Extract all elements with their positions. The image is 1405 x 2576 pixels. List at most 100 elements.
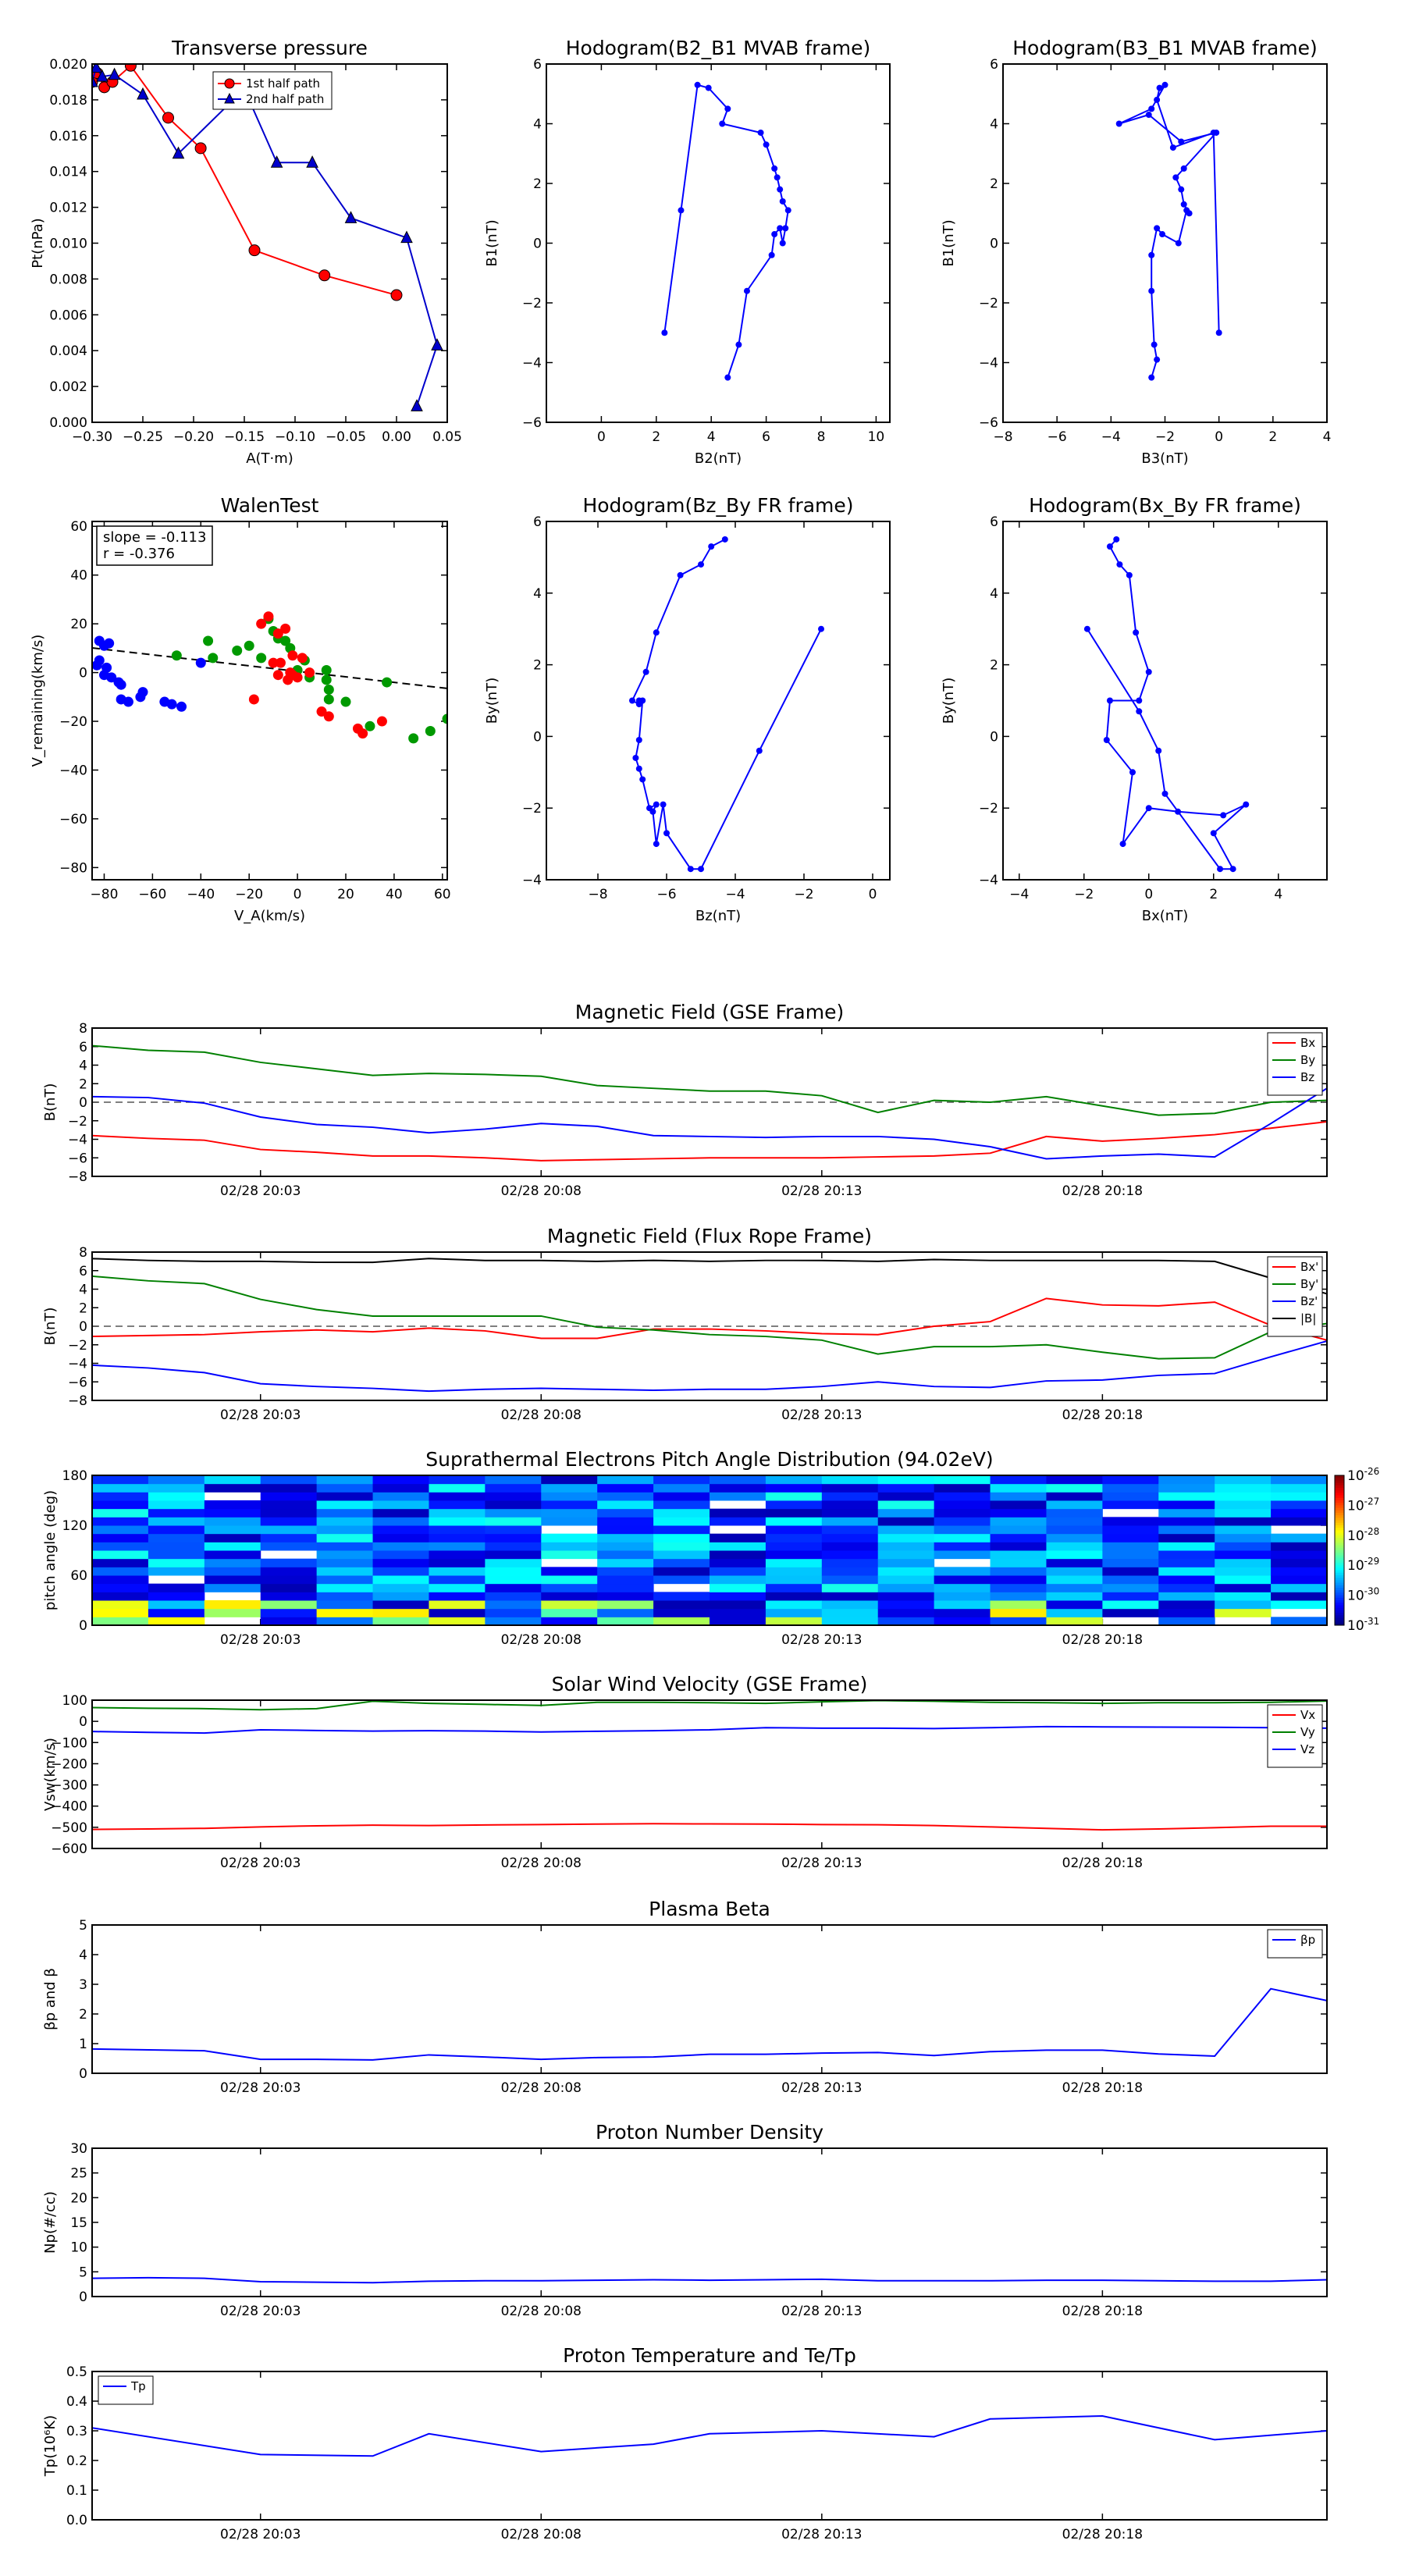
heatmap-cell	[1158, 1517, 1215, 1526]
heatmap-cell	[148, 1517, 205, 1526]
heatmap-cell	[148, 1500, 205, 1510]
data-point	[135, 692, 146, 703]
heatmap-cell	[821, 1492, 879, 1501]
heatmap-cell	[260, 1592, 318, 1601]
y-tick-label: 4	[990, 586, 998, 602]
heatmap-cell	[316, 1592, 374, 1601]
heatmap-cell	[316, 1550, 374, 1560]
x-tick-label: 02/28 20:08	[501, 1632, 582, 1648]
heatmap-cell	[541, 1583, 598, 1592]
heatmap-cell	[372, 1550, 429, 1560]
heatmap-cell	[429, 1492, 486, 1501]
heatmap-cell	[148, 1600, 205, 1610]
heatmap-cell	[765, 1508, 823, 1517]
heatmap-cell	[653, 1608, 710, 1617]
x-tick-label: 02/28 20:03	[220, 1407, 301, 1423]
heatmap-cell	[934, 1567, 991, 1576]
heatmap-cell	[934, 1617, 991, 1626]
colorbar-segment	[1335, 1590, 1344, 1593]
data-point	[661, 329, 668, 336]
heatmap-cell	[429, 1567, 486, 1576]
heatmap-cell	[1158, 1542, 1215, 1551]
heatmap-cell	[92, 1517, 149, 1526]
heatmap-cell	[990, 1492, 1047, 1501]
data-point	[323, 711, 334, 722]
y-tick-label: 0.3	[66, 2424, 87, 2439]
heatmap-cell	[372, 1558, 429, 1567]
data-point	[376, 716, 387, 727]
colorbar-label: 10-29	[1347, 1556, 1379, 1574]
x-tick-label: 4	[1274, 887, 1282, 902]
x-tick-label: 4	[1323, 429, 1332, 445]
heatmap-cell	[429, 1550, 486, 1560]
y-axis-label: B(nT)	[42, 1083, 59, 1122]
heatmap-cell	[541, 1492, 598, 1501]
heatmap-cell	[934, 1500, 991, 1510]
heatmap-cell	[877, 1508, 935, 1517]
legend-label: Tp	[130, 2379, 146, 2393]
data-point	[116, 679, 126, 690]
heatmap-cell	[148, 1525, 205, 1535]
heatmap-cell	[934, 1542, 991, 1551]
heatmap-cell	[260, 1500, 318, 1510]
heatmap-cell	[765, 1517, 823, 1526]
y-tick-label: 4	[990, 117, 998, 133]
colorbar-segment	[1335, 1535, 1344, 1539]
data-point	[779, 240, 786, 247]
heatmap-cell	[541, 1600, 598, 1610]
heatmap-cell	[653, 1492, 710, 1501]
heatmap-cell	[1215, 1517, 1272, 1526]
x-tick-label: 02/28 20:03	[220, 2527, 301, 2542]
data-point	[321, 674, 332, 685]
heatmap-cell	[765, 1542, 823, 1551]
colorbar-segment	[1335, 1538, 1344, 1541]
x-tick-label: 02/28 20:18	[1062, 2527, 1143, 2542]
heatmap-cell	[653, 1533, 710, 1542]
chart-panel-3: WalenTest −80 −60 −40 −20 0 20 40 60 −80 −60 −40 −20…	[30, 494, 451, 924]
data-point	[304, 667, 315, 678]
colorbar-segment	[1335, 1490, 1344, 1493]
heatmap-cell	[372, 1483, 429, 1493]
heatmap-cell	[821, 1558, 879, 1567]
heatmap-cell	[1271, 1575, 1328, 1585]
chart-title: Magnetic Field (Flux Rope Frame)	[547, 1225, 872, 1247]
heatmap-cell	[597, 1542, 654, 1551]
heatmap-cell	[372, 1575, 429, 1585]
x-tick-label: 02/28 20:13	[781, 1632, 862, 1648]
heatmap-cell	[316, 1500, 374, 1510]
heatmap-cell	[934, 1525, 991, 1535]
y-axis-label: Np(#/cc)	[42, 2191, 59, 2254]
x-tick-label: −0.10	[275, 429, 315, 445]
data-point	[232, 645, 243, 656]
heatmap-cell	[934, 1483, 991, 1493]
heatmap-cell	[485, 1475, 542, 1485]
heatmap-cell	[485, 1583, 542, 1592]
colorbar-segment	[1335, 1513, 1344, 1516]
heatmap-cell	[821, 1592, 879, 1601]
heatmap-cell	[316, 1533, 374, 1542]
data-point	[771, 231, 778, 238]
y-tick-label: 4	[79, 1283, 87, 1298]
data-point	[1172, 174, 1179, 181]
y-tick-label: 0.002	[49, 379, 87, 395]
heatmap-cell	[1215, 1475, 1272, 1485]
x-tick-label: 0	[1144, 887, 1153, 902]
heatmap-cell	[710, 1508, 767, 1517]
heatmap-cell	[1046, 1508, 1103, 1517]
heatmap-cell	[1215, 1608, 1272, 1617]
y-axis-label: By(nT)	[484, 678, 500, 724]
heatmap-cell	[1271, 1483, 1328, 1493]
heatmap-cell	[204, 1567, 261, 1576]
heatmap-cell	[372, 1567, 429, 1576]
heatmap-cell	[92, 1542, 149, 1551]
data-point	[208, 653, 219, 664]
heatmap-cell	[934, 1508, 991, 1517]
x-tick-label: 4	[707, 429, 716, 445]
y-tick-label: 0	[533, 237, 542, 252]
series-line-4	[92, 1258, 1327, 1295]
y-tick-label: 0.010	[49, 237, 87, 252]
legend-label: 1st half path	[246, 76, 320, 91]
heatmap-cell	[204, 1608, 261, 1617]
data-point	[653, 841, 660, 848]
data-point	[818, 625, 824, 632]
